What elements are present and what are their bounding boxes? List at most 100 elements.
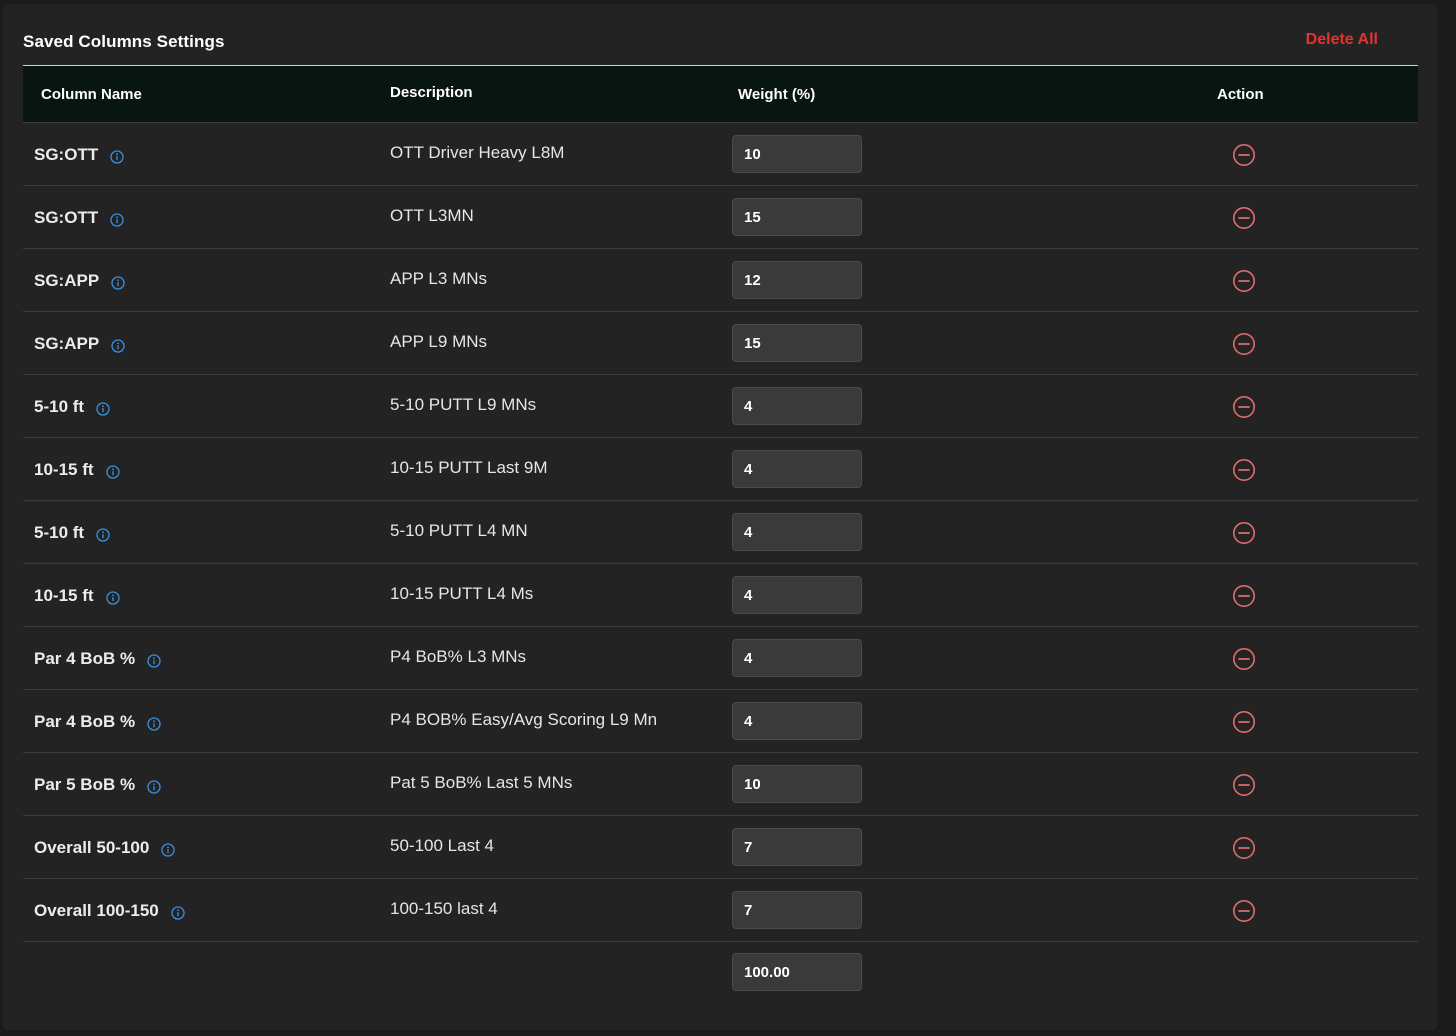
table-row: Par 4 BoB % P4 BoB% L3 MNs [23, 627, 1418, 690]
weight-field[interactable] [732, 198, 862, 236]
remove-row-button[interactable] [1232, 458, 1256, 482]
description-cell: 100-150 last 4 [390, 899, 498, 918]
remove-row-button[interactable] [1232, 332, 1256, 356]
column-header-action: Action [1217, 86, 1264, 103]
column-name-cell: Overall 100-150 [34, 901, 185, 921]
remove-row-button[interactable] [1232, 395, 1256, 419]
weight-field[interactable] [732, 639, 862, 677]
description-cell: OTT L3MN [390, 206, 474, 225]
minus-circle-icon [1233, 144, 1255, 166]
column-header-name: Column Name [41, 86, 142, 103]
table-row: Overall 50-100 50-100 Last 4 [23, 816, 1418, 879]
table-row: Overall 100-150 100-150 last 4 [23, 879, 1418, 942]
remove-row-button[interactable] [1232, 269, 1256, 293]
column-name-text: SG:APP [34, 334, 100, 353]
description-cell: 10-15 PUTT L4 Ms [390, 584, 534, 603]
info-icon[interactable] [96, 527, 110, 542]
table-row: SG:OTT OTT Driver Heavy L8M [23, 123, 1418, 186]
column-name-text: 10-15 ft [34, 460, 94, 479]
description-cell: OTT Driver Heavy L8M [390, 143, 565, 162]
column-name-cell: Par 4 BoB % [34, 649, 161, 669]
column-name-cell: 10-15 ft [34, 460, 120, 480]
table-row: SG:APP APP L9 MNs [23, 312, 1418, 375]
column-name-text: Par 4 BoB % [34, 649, 136, 668]
description-cell: 5-10 PUTT L9 MNs [390, 395, 537, 414]
table-row: SG:OTT OTT L3MN [23, 186, 1418, 249]
column-name-cell: 5-10 ft [34, 397, 110, 417]
minus-circle-icon [1233, 585, 1255, 607]
info-icon[interactable] [110, 149, 124, 164]
column-name-cell: Par 4 BoB % [34, 712, 161, 732]
remove-row-button[interactable] [1232, 521, 1256, 545]
delete-all-button[interactable]: Delete All [1306, 31, 1378, 49]
column-header-weight: Weight (%) [738, 86, 816, 103]
column-header-description: Description [390, 84, 473, 101]
column-name-cell: SG:OTT [34, 208, 124, 228]
remove-row-button[interactable] [1232, 899, 1256, 923]
weight-field[interactable] [732, 513, 862, 551]
table-row: 10-15 ft 10-15 PUTT L4 Ms [23, 564, 1418, 627]
total-weight-field[interactable] [732, 953, 862, 991]
table-body: SG:OTT OTT Driver Heavy L8M SG:OTT OTT L3MN… [23, 123, 1418, 942]
table-row: Par 4 BoB % P4 BOB% Easy/Avg Scoring L9 M… [23, 690, 1418, 753]
minus-circle-icon [1233, 900, 1255, 922]
info-icon[interactable] [110, 212, 124, 227]
column-name-cell: Overall 50-100 [34, 838, 175, 858]
column-name-cell: SG:APP [34, 271, 125, 291]
description-cell: 5-10 PUTT L4 MN [390, 521, 528, 540]
weight-field[interactable] [732, 828, 862, 866]
info-icon[interactable] [96, 401, 110, 416]
table-row: 10-15 ft 10-15 PUTT Last 9M [23, 438, 1418, 501]
info-icon[interactable] [105, 590, 120, 605]
weight-field[interactable] [732, 135, 862, 173]
weight-field[interactable] [732, 576, 862, 614]
column-name-text: 5-10 ft [34, 397, 85, 416]
info-icon[interactable] [161, 842, 175, 857]
weight-field[interactable] [732, 891, 862, 929]
description-cell: P4 BoB% L3 MNs [390, 647, 527, 666]
info-icon[interactable] [147, 779, 161, 794]
remove-row-button[interactable] [1232, 584, 1256, 608]
total-row [23, 942, 1418, 1008]
description-cell: Pat 5 BoB% Last 5 MNs [390, 773, 573, 792]
weight-field[interactable] [732, 387, 862, 425]
description-cell: APP L9 MNs [390, 332, 488, 351]
weight-field[interactable] [732, 261, 862, 299]
table-row: Par 5 BoB % Pat 5 BoB% Last 5 MNs [23, 753, 1418, 816]
info-icon[interactable] [147, 653, 161, 668]
column-name-text: Overall 100-150 [34, 901, 159, 920]
table-row: 5-10 ft 5-10 PUTT L9 MNs [23, 375, 1418, 438]
column-name-text: Overall 50-100 [34, 838, 150, 857]
minus-circle-icon [1233, 207, 1255, 229]
weight-field[interactable] [732, 702, 862, 740]
columns-table: Column Name Description Weight (%) Actio… [23, 65, 1418, 1008]
column-name-cell: SG:OTT [34, 145, 124, 165]
description-cell: P4 BOB% Easy/Avg Scoring L9 Mn [390, 710, 658, 729]
remove-row-button[interactable] [1232, 773, 1256, 797]
minus-circle-icon [1233, 522, 1255, 544]
info-icon[interactable] [111, 338, 125, 353]
minus-circle-icon [1233, 711, 1255, 733]
minus-circle-icon [1233, 396, 1255, 418]
remove-row-button[interactable] [1232, 206, 1256, 230]
minus-circle-icon [1233, 333, 1255, 355]
column-name-text: Par 5 BoB % [34, 775, 136, 794]
info-icon[interactable] [147, 716, 161, 731]
column-name-cell: 10-15 ft [34, 586, 120, 606]
minus-circle-icon [1233, 774, 1255, 796]
weight-field[interactable] [732, 450, 862, 488]
remove-row-button[interactable] [1232, 710, 1256, 734]
remove-row-button[interactable] [1232, 143, 1256, 167]
column-name-text: Par 4 BoB % [34, 712, 136, 731]
remove-row-button[interactable] [1232, 647, 1256, 671]
minus-circle-icon [1233, 837, 1255, 859]
remove-row-button[interactable] [1232, 836, 1256, 860]
info-icon[interactable] [171, 905, 185, 920]
panel-title: Saved Columns Settings [23, 32, 225, 51]
weight-field[interactable] [732, 324, 862, 362]
column-name-text: 5-10 ft [34, 523, 85, 542]
weight-field[interactable] [732, 765, 862, 803]
info-icon[interactable] [105, 464, 120, 479]
table-header: Column Name Description Weight (%) Actio… [23, 65, 1418, 123]
info-icon[interactable] [111, 275, 125, 290]
